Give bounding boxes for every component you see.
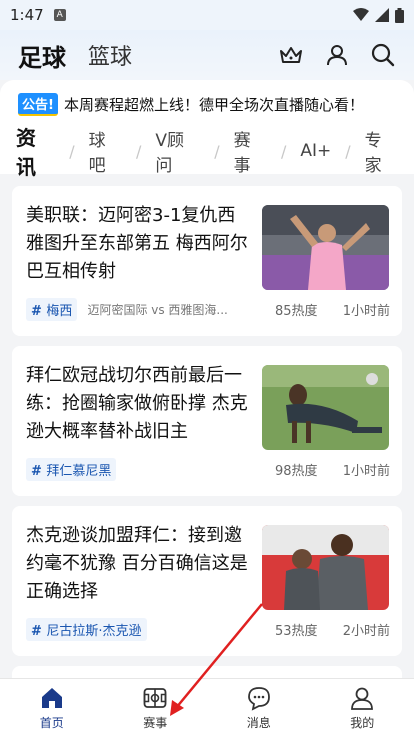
article-tag[interactable]: # 梅西 xyxy=(26,297,78,321)
nav-messages-label: 消息 xyxy=(246,715,271,730)
tab-divider: / xyxy=(214,141,220,161)
tab-divider: / xyxy=(345,141,351,161)
article-image xyxy=(262,205,389,290)
article-meta: # 拜仁慕尼黑 98热度 1小时前 xyxy=(26,457,390,481)
nav-home[interactable]: 首页 xyxy=(0,679,104,736)
top-header: 足球 篮球 xyxy=(0,30,414,80)
article-time: 2小时前 xyxy=(342,623,390,639)
article-time: 1小时前 xyxy=(342,463,390,479)
notification-icon: A xyxy=(53,9,66,21)
article-card[interactable]: 美职联：迈阿密3-1复仇西雅图升至东部第五 梅西阿尔巴互相传射 # 梅西 迈阿密… xyxy=(12,186,402,336)
tab-forum[interactable]: 球吧 xyxy=(87,126,124,176)
home-icon xyxy=(41,687,62,708)
announcement-text: 本周赛程超燃上线！德甲全场次直播随心看！ xyxy=(63,95,364,114)
search-icon[interactable] xyxy=(370,42,396,68)
tab-divider: / xyxy=(69,141,75,161)
tab-advisor[interactable]: V顾问 xyxy=(153,126,202,176)
article-title: 拜仁欧冠战切尔西前最后一练：抢圈输家做俯卧撑 杰克逊大概率替补战旧主 xyxy=(26,365,248,442)
article-card[interactable]: 杰克逊谈加盟拜仁：接到邀约毫不犹豫 百分百确信这是正确选择 # 尼古拉斯·杰克逊… xyxy=(12,506,402,656)
article-meta: # 尼古拉斯·杰克逊 53热度 2小时前 xyxy=(26,617,390,641)
article-tag-label: 拜仁慕尼黑 xyxy=(46,463,112,479)
match-icon xyxy=(143,687,167,708)
message-icon xyxy=(247,686,270,711)
article-match-info: 迈阿密国际 vs 西雅图海... xyxy=(87,302,228,317)
article-heat: 53热度 xyxy=(275,623,318,639)
article-title: 杰克逊谈加盟拜仁：接到邀约毫不犹豫 百分百确信这是正确选择 xyxy=(26,525,248,602)
nav-messages[interactable]: 消息 xyxy=(207,679,311,736)
nav-matches-label: 赛事 xyxy=(143,715,168,730)
content-tabs: 资讯 / 球吧 / V顾问 / 赛事 / AI+ / 专家 xyxy=(0,126,414,189)
status-bar: 1:47 A xyxy=(0,0,414,30)
news-feed: 美职联：迈阿密3-1复仇西雅图升至东部第五 梅西阿尔巴互相传射 # 梅西 迈阿密… xyxy=(12,186,402,706)
tab-divider: / xyxy=(280,141,287,161)
article-tag-label: 梅西 xyxy=(46,303,73,319)
article-title: 美职联：迈阿密3-1复仇西雅图升至东部第五 梅西阿尔巴互相传射 xyxy=(26,205,248,282)
nav-profile-label: 我的 xyxy=(350,715,375,730)
tab-divider: / xyxy=(136,141,142,161)
tab-basketball[interactable]: 篮球 xyxy=(88,39,132,71)
article-image xyxy=(262,365,389,450)
system-icons xyxy=(353,7,404,23)
article-meta: # 梅西 迈阿密国际 vs 西雅图海... 85热度 1小时前 xyxy=(26,297,390,321)
article-tag-label: 尼古拉斯·杰克逊 xyxy=(46,623,142,639)
user-icon[interactable] xyxy=(324,42,350,68)
status-time: 1:47 xyxy=(10,6,44,24)
bottom-nav: 首页 赛事 消息 我的 xyxy=(0,678,414,736)
article-time: 1小时前 xyxy=(342,303,390,319)
signal-icon xyxy=(375,8,389,22)
article-tag[interactable]: # 拜仁慕尼黑 xyxy=(26,457,117,481)
nav-profile[interactable]: 我的 xyxy=(311,679,414,736)
tab-news[interactable]: 资讯 xyxy=(14,122,57,189)
tab-experts[interactable]: 专家 xyxy=(363,126,400,176)
announcement-bar[interactable]: 公告! 本周赛程超燃上线！德甲全场次直播随心看！ xyxy=(0,80,414,128)
battery-icon xyxy=(395,7,404,23)
article-tag[interactable]: # 尼古拉斯·杰克逊 xyxy=(26,617,147,641)
article-card[interactable]: 拜仁欧冠战切尔西前最后一练：抢圈输家做俯卧撑 杰克逊大概率替补战旧主 # 拜仁慕… xyxy=(12,346,402,496)
nav-home-label: 首页 xyxy=(39,715,64,730)
tab-matches[interactable]: 赛事 xyxy=(232,126,269,176)
article-image xyxy=(262,525,389,610)
tab-ai[interactable]: AI+ xyxy=(298,141,333,161)
nav-matches[interactable]: 赛事 xyxy=(104,679,208,736)
tab-football[interactable]: 足球 xyxy=(18,38,66,73)
announcement-badge: 公告! xyxy=(18,92,58,116)
wifi-icon xyxy=(353,8,369,21)
profile-icon xyxy=(351,687,374,710)
article-heat: 98热度 xyxy=(275,463,318,479)
article-heat: 85热度 xyxy=(275,303,318,319)
crown-icon[interactable] xyxy=(278,42,304,68)
